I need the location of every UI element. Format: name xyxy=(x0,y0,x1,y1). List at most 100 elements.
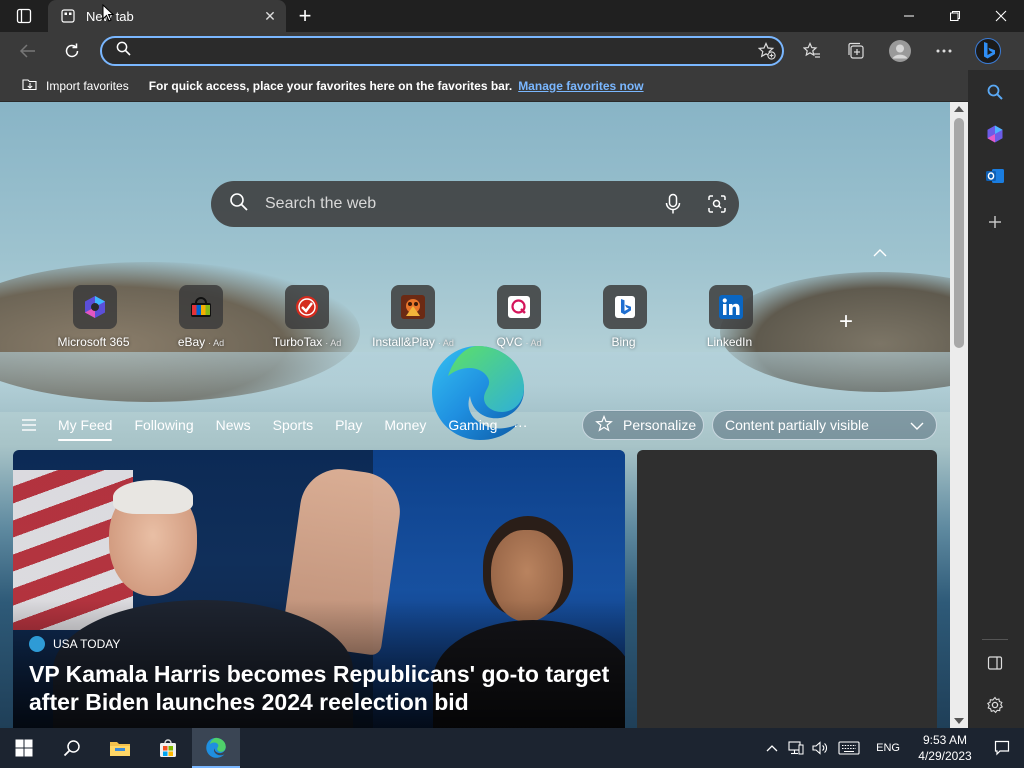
story-headline[interactable]: VP Kamala Harris becomes Republicans' go… xyxy=(29,660,619,716)
turbotax-icon xyxy=(285,285,329,329)
profile-avatar-icon[interactable] xyxy=(878,32,922,70)
microsoft-365-icon xyxy=(73,285,117,329)
tab-play[interactable]: Play xyxy=(335,417,362,433)
personalize-label: Personalize xyxy=(623,417,697,433)
title-bar: New tab ✕ + xyxy=(0,0,1024,32)
edge-taskbar-icon[interactable] xyxy=(192,728,240,768)
tab-actions-icon[interactable] xyxy=(0,0,48,32)
tab-new-tab[interactable]: New tab ✕ xyxy=(48,0,286,32)
start-button[interactable] xyxy=(0,728,48,768)
microphone-icon[interactable] xyxy=(651,193,695,215)
new-tab-page: Search the web Microsoft 365 eBay · Ad T… xyxy=(0,102,950,728)
scroll-down-arrow-icon[interactable] xyxy=(954,718,964,724)
tab-money[interactable]: Money xyxy=(384,417,426,433)
network-icon[interactable] xyxy=(784,728,808,768)
microsoft-store-icon[interactable] xyxy=(144,728,192,768)
taskbar-search-icon[interactable] xyxy=(48,728,96,768)
usa-today-logo-icon xyxy=(29,636,45,652)
close-tab-icon[interactable]: ✕ xyxy=(262,8,278,24)
screen: New tab ✕ + Import favorites For quick a… xyxy=(0,0,1024,768)
navigation-toolbar xyxy=(0,32,1024,70)
system-tray: ENG 9:53 AM 4/29/2023 xyxy=(760,728,1024,768)
side-card-placeholder xyxy=(637,450,937,728)
quick-link-label: LinkedIn xyxy=(706,335,753,349)
quick-link-linkedin[interactable]: LinkedIn xyxy=(683,285,779,349)
sidebar-microsoft-365-icon[interactable] xyxy=(980,119,1010,149)
file-explorer-icon[interactable] xyxy=(96,728,144,768)
minimize-button[interactable] xyxy=(886,0,932,32)
keyboard-icon[interactable] xyxy=(832,728,866,768)
show-hidden-icons-icon[interactable] xyxy=(760,728,784,768)
address-bar[interactable] xyxy=(100,36,784,66)
qvc-icon xyxy=(497,285,541,329)
bing-chat-icon[interactable] xyxy=(966,32,1010,70)
window-controls xyxy=(886,0,1024,32)
windows-taskbar: ENG 9:53 AM 4/29/2023 xyxy=(0,728,1024,768)
favorites-bar: Import favorites For quick access, place… xyxy=(0,70,968,102)
search-icon xyxy=(229,192,249,217)
toolbar-actions xyxy=(790,32,1010,70)
refresh-button[interactable] xyxy=(50,32,94,70)
visual-search-icon[interactable] xyxy=(695,194,739,214)
quick-link-label: eBay xyxy=(177,335,206,349)
add-favorite-icon[interactable] xyxy=(752,42,782,60)
web-search-box[interactable]: Search the web xyxy=(211,181,739,227)
sidebar-hide-icon[interactable] xyxy=(980,648,1010,678)
quick-link-label: Microsoft 365 xyxy=(57,335,130,349)
sidebar-search-icon[interactable] xyxy=(980,77,1010,107)
add-quick-link-button[interactable]: + xyxy=(836,310,856,334)
sidebar-settings-icon[interactable] xyxy=(980,690,1010,720)
quick-link-ebay[interactable]: eBay · Ad xyxy=(153,285,249,349)
scroll-up-arrow-icon[interactable] xyxy=(954,106,964,112)
tab-news[interactable]: News xyxy=(216,417,251,433)
page-scrollbar[interactable] xyxy=(950,102,968,728)
linkedin-icon xyxy=(709,285,753,329)
quick-link-microsoft-365[interactable]: Microsoft 365 xyxy=(47,285,143,349)
more-tabs-button[interactable]: ··· xyxy=(513,417,527,433)
input-language[interactable]: ENG xyxy=(876,742,900,754)
close-window-button[interactable] xyxy=(978,0,1024,32)
quick-link-ad-badge: · Ad xyxy=(325,338,342,348)
new-tab-button[interactable]: + xyxy=(288,0,322,32)
bing-icon xyxy=(603,285,647,329)
sidebar-add-icon[interactable] xyxy=(980,207,1010,237)
import-favorites-button[interactable]: Import favorites xyxy=(14,77,129,94)
quick-link-label: Bing xyxy=(611,335,636,349)
content-visibility-dropdown[interactable]: Content partially visible xyxy=(712,410,937,440)
tab-gaming[interactable]: Gaming xyxy=(448,417,497,433)
quick-link-qvc[interactable]: QVC · Ad xyxy=(471,285,567,349)
top-story-card[interactable]: USA TODAY VP Kamala Harris becomes Repub… xyxy=(13,450,625,728)
tab-sports[interactable]: Sports xyxy=(273,417,313,433)
edge-sidebar xyxy=(968,70,1024,728)
install-play-icon xyxy=(391,285,435,329)
address-input[interactable] xyxy=(139,39,752,63)
tab-following[interactable]: Following xyxy=(134,417,193,433)
collections-icon[interactable] xyxy=(834,32,878,70)
clock-time: 9:53 AM xyxy=(922,733,968,747)
back-button[interactable] xyxy=(6,32,50,70)
collapse-chevron-icon[interactable] xyxy=(872,247,888,259)
restore-button[interactable] xyxy=(932,0,978,32)
sidebar-outlook-icon[interactable] xyxy=(980,161,1010,191)
system-clock[interactable]: 9:53 AM 4/29/2023 xyxy=(910,732,980,764)
manage-favorites-link[interactable]: Manage favorites now xyxy=(518,79,643,93)
quick-link-install-play[interactable]: Install&Play · Ad xyxy=(365,285,461,349)
quick-link-turbotax[interactable]: TurboTax · Ad xyxy=(259,285,355,349)
favorites-icon[interactable] xyxy=(790,32,834,70)
quick-link-bing[interactable]: Bing xyxy=(577,285,673,349)
clock-date: 4/29/2023 xyxy=(918,749,972,763)
search-icon xyxy=(116,41,131,61)
feed-menu-icon[interactable] xyxy=(0,419,58,431)
quick-link-label: TurboTax xyxy=(272,335,323,349)
volume-icon[interactable] xyxy=(808,728,832,768)
mouse-cursor-icon xyxy=(102,4,114,22)
settings-more-icon[interactable] xyxy=(922,32,966,70)
scrollbar-thumb[interactable] xyxy=(954,118,964,348)
feed-navigation: My Feed Following News Sports Play Money… xyxy=(0,408,950,442)
personalize-button[interactable]: Personalize xyxy=(582,410,704,440)
story-image-person xyxy=(113,480,193,514)
content-visibility-label: Content partially visible xyxy=(725,417,869,433)
tab-my-feed[interactable]: My Feed xyxy=(58,417,113,441)
quick-link-ad-badge: · Ad xyxy=(208,338,225,348)
notifications-icon[interactable] xyxy=(980,728,1024,768)
